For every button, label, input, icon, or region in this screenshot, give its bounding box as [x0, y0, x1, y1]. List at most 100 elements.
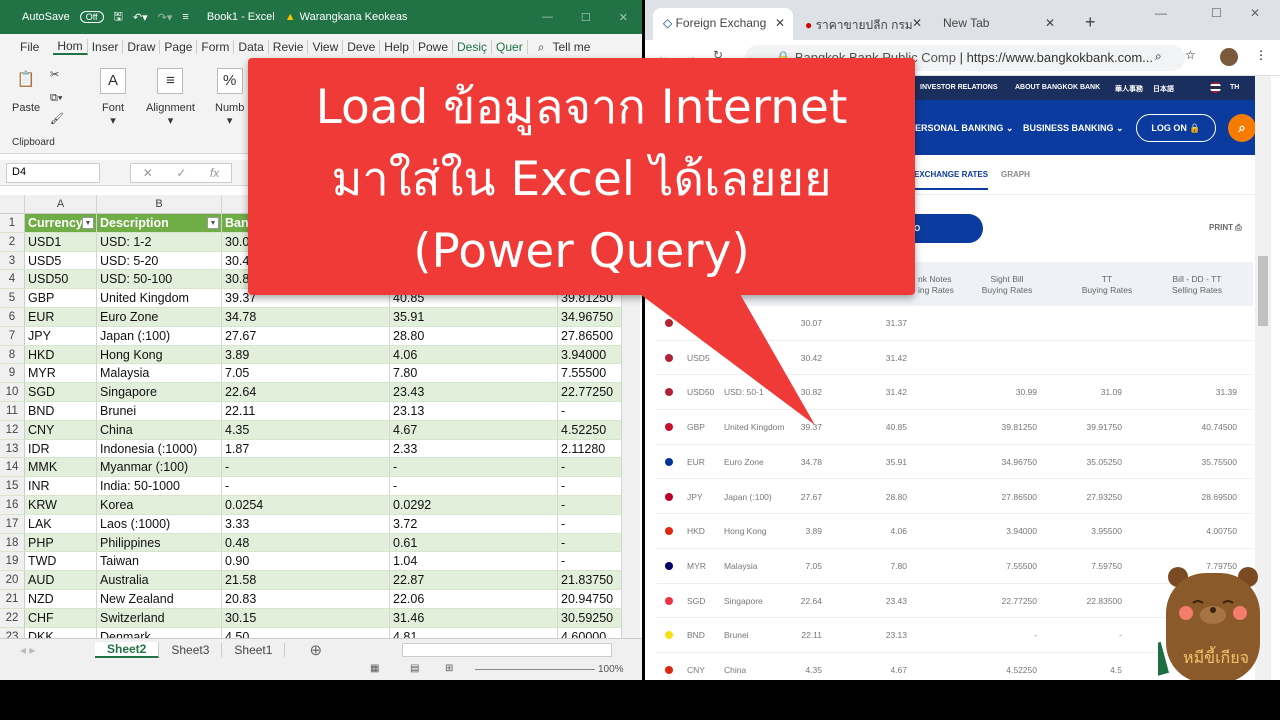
column-header-b[interactable]: B [97, 195, 222, 214]
sheet-tab-sheet2[interactable]: Sheet2 [95, 641, 160, 658]
cell[interactable]: 4.35 [222, 420, 390, 439]
save-icon[interactable]: 🖫 [114, 8, 123, 27]
cell[interactable]: Hong Kong [97, 345, 222, 364]
maximize-button[interactable]: ☐ [581, 11, 591, 24]
tab-file[interactable]: File [0, 40, 53, 54]
cell[interactable]: 22.06 [390, 590, 558, 608]
row-number[interactable]: 3 [0, 251, 25, 270]
cell[interactable]: - [222, 458, 390, 477]
cell[interactable]: SGD [25, 383, 97, 401]
cell[interactable]: CNY [25, 420, 97, 439]
cell[interactable]: USD50 [25, 270, 97, 289]
cell[interactable]: China [97, 420, 222, 439]
cell[interactable]: Singapore [97, 383, 222, 401]
zoom-level[interactable]: 100% [598, 664, 624, 675]
cell[interactable]: BND [25, 402, 97, 420]
search-icon[interactable]: ⌕ [534, 40, 549, 55]
cell[interactable]: USD: 1-2 [97, 232, 222, 251]
browser-tab-retail-price[interactable]: ● ราคาขายปลีก กรม ✕ [795, 8, 930, 40]
filter-dropdown-icon[interactable]: ▼ [207, 217, 219, 229]
cell[interactable]: 21.58 [222, 571, 390, 589]
cell[interactable]: 27.67 [222, 326, 390, 345]
tab-help[interactable]: Help [380, 40, 414, 54]
cell[interactable]: 0.48 [222, 533, 390, 552]
sheet-tab-sheet3[interactable]: Sheet3 [159, 642, 223, 657]
tab-power-pivot[interactable]: Powe [414, 40, 453, 54]
maximize-button[interactable]: ☐ [1211, 6, 1222, 20]
cell[interactable]: 22.64 [222, 383, 390, 401]
print-button[interactable]: PRINT ⎙ [1209, 223, 1242, 233]
cell[interactable]: 4.06 [390, 345, 558, 364]
row-number[interactable]: 10 [0, 383, 25, 401]
tell-me-input[interactable]: Tell me [548, 40, 594, 54]
cell[interactable]: EUR [25, 308, 97, 326]
number-button[interactable]: % Numb ▾ [215, 68, 244, 127]
cell[interactable]: 31.46 [390, 608, 558, 627]
nav-investor-relations[interactable]: INVESTOR RELATIONS [920, 84, 998, 91]
tab-query[interactable]: Quer [492, 40, 528, 54]
cell[interactable]: 1.87 [222, 439, 390, 458]
cell[interactable]: 22.11 [222, 402, 390, 420]
cell[interactable]: GBP [25, 289, 97, 307]
row-number[interactable]: 18 [0, 533, 25, 552]
row-number[interactable]: 4 [0, 270, 25, 289]
cell[interactable]: 0.0292 [390, 496, 558, 514]
tab-draw[interactable]: Draw [123, 40, 161, 54]
cell[interactable]: Indonesia (:1000) [97, 439, 222, 458]
row-number[interactable]: 12 [0, 420, 25, 439]
nav-business-banking[interactable]: BUSINESS BANKING ⌄ [1023, 123, 1124, 134]
cell[interactable]: India: 50-1000 [97, 477, 222, 495]
cell[interactable]: - [558, 514, 622, 533]
cell[interactable]: HKD [25, 345, 97, 364]
cell[interactable]: 7.80 [390, 364, 558, 383]
close-button[interactable]: ✕ [619, 11, 628, 24]
cell[interactable]: United Kingdom [97, 289, 222, 307]
cell[interactable]: INR [25, 477, 97, 495]
bookmark-star-icon[interactable]: ☆ [1185, 48, 1196, 62]
tab-view[interactable]: View [308, 40, 344, 54]
new-sheet-icon[interactable]: ⊕ [309, 641, 322, 659]
cell[interactable]: 2.11280 [558, 439, 622, 458]
cut-icon[interactable]: ✂ [50, 68, 59, 81]
sheet-tab-sheet1[interactable]: Sheet1 [222, 642, 286, 657]
cell[interactable]: - [558, 496, 622, 514]
cell[interactable]: 23.13 [390, 402, 558, 420]
nav-japanese[interactable]: 日本語 [1153, 84, 1174, 94]
horizontal-scrollbar[interactable] [402, 642, 613, 657]
column-header-a[interactable]: A [25, 195, 97, 214]
cell[interactable]: 0.90 [222, 552, 390, 571]
cell[interactable]: - [558, 533, 622, 552]
cell[interactable]: 2.33 [390, 439, 558, 458]
page-break-icon[interactable]: ⊞ [445, 663, 453, 674]
name-box[interactable]: D4 [6, 163, 100, 183]
cell[interactable]: - [558, 552, 622, 571]
row-number[interactable]: 14 [0, 458, 25, 477]
thai-flag-icon[interactable] [1210, 82, 1221, 93]
browser-tab-foreign-exchange[interactable]: ◇ Foreign Exchang ✕ [653, 8, 793, 40]
row-number[interactable]: 1 [0, 214, 25, 232]
cell[interactable]: MYR [25, 364, 97, 383]
row-number[interactable]: 11 [0, 402, 25, 420]
cell[interactable]: Switzerland [97, 608, 222, 627]
row-number[interactable]: 17 [0, 514, 25, 533]
tab-developer[interactable]: Deve [343, 40, 381, 54]
tab-design[interactable]: Desiç [453, 40, 493, 54]
profile-avatar[interactable] [1220, 48, 1238, 66]
cell[interactable]: 30.15 [222, 608, 390, 627]
page-layout-icon[interactable]: ▤ [410, 663, 419, 674]
cell[interactable]: 23.43 [390, 383, 558, 401]
header-cell[interactable]: Currency ▼ [25, 214, 97, 232]
cell[interactable]: 34.78 [222, 308, 390, 326]
cell[interactable]: 7.05 [222, 364, 390, 383]
cell[interactable]: NZD [25, 590, 97, 608]
filter-dropdown-icon[interactable]: ▼ [82, 217, 94, 229]
cell[interactable]: 3.89 [222, 345, 390, 364]
nav-about[interactable]: ABOUT BANGKOK BANK [1015, 84, 1100, 91]
cell[interactable]: IDR [25, 439, 97, 458]
cell[interactable]: Australia [97, 571, 222, 589]
row-number[interactable]: 5 [0, 289, 25, 307]
zoom-icon[interactable]: ⌕ [1155, 49, 1162, 64]
close-tab-icon[interactable]: ✕ [1045, 16, 1055, 30]
tab-insert[interactable]: Inser [88, 40, 124, 54]
cell[interactable]: Philippines [97, 533, 222, 552]
